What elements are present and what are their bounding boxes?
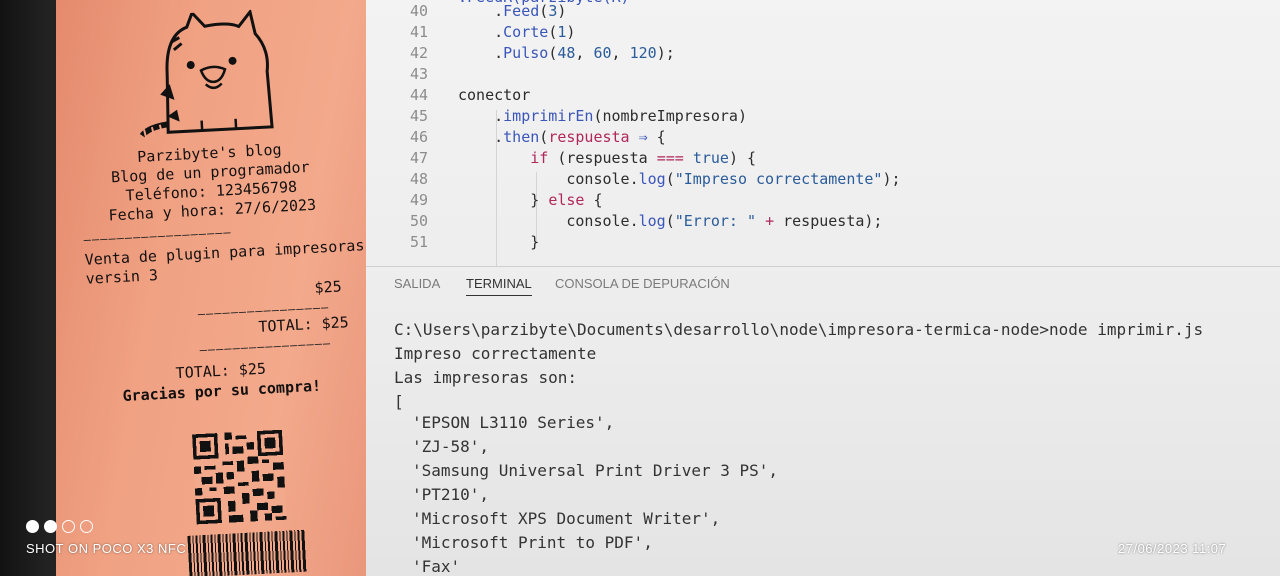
receipt-item-price: $25 xyxy=(314,277,343,297)
dot-icon xyxy=(62,520,75,533)
thermal-receipt: Parzibyte's blog Blog de un programador … xyxy=(56,0,378,576)
printer-item: 'Samsung Universal Print Driver 3 PS', xyxy=(412,461,779,480)
tab-salida[interactable]: SALIDA xyxy=(394,276,440,291)
printer-item: 'ZJ-58', xyxy=(412,437,490,456)
dot-icon xyxy=(80,520,93,533)
dot-icon xyxy=(26,520,39,533)
qr-code-icon xyxy=(192,429,287,525)
barcode-icon xyxy=(187,529,307,576)
terminal-output: Impreso correctamente xyxy=(394,344,597,363)
panel-divider xyxy=(366,266,1280,267)
printer-item: 'Microsoft XPS Document Writer', xyxy=(412,509,721,528)
terminal-output: Las impresoras son: xyxy=(394,368,578,387)
photo-scene: Parzibyte's blog Blog de un programador … xyxy=(0,0,1280,576)
receipt-content: Parzibyte's blog Blog de un programador … xyxy=(42,0,394,576)
printer-item: 'EPSON L3110 Series', xyxy=(412,413,615,432)
terminal-output: [ xyxy=(394,392,404,411)
code-editor: .FeedR(parzibyte(R) 40 .Feed(3) 41 .Cort… xyxy=(366,0,1280,266)
terminal-command: C:\Users\parzibyte\Documents\desarrollo\… xyxy=(394,320,1204,339)
printer-item: 'Microsoft Print to PDF', xyxy=(412,533,653,552)
tab-consola-depuracion[interactable]: CONSOLA DE DEPURACIÓN xyxy=(555,276,730,291)
receipt-total: TOTAL: $25 xyxy=(258,313,350,336)
printer-item: 'PT210', xyxy=(412,485,490,504)
dot-icon xyxy=(44,520,57,533)
cat-icon xyxy=(139,8,274,140)
receipt-divider: ———————————————— xyxy=(199,336,332,357)
printer-item: 'Fax' xyxy=(412,557,461,576)
photo-timestamp: 27/06/2023 11:07 xyxy=(1118,541,1227,556)
tab-terminal[interactable]: TERMINAL xyxy=(466,276,532,296)
camera-watermark: SHOT ON POCO X3 NFC xyxy=(26,541,187,556)
receipt-item-desc-2: versin 3 xyxy=(85,266,159,288)
monitor-screen: .FeedR(parzibyte(R) 40 .Feed(3) 41 .Cort… xyxy=(366,0,1280,576)
